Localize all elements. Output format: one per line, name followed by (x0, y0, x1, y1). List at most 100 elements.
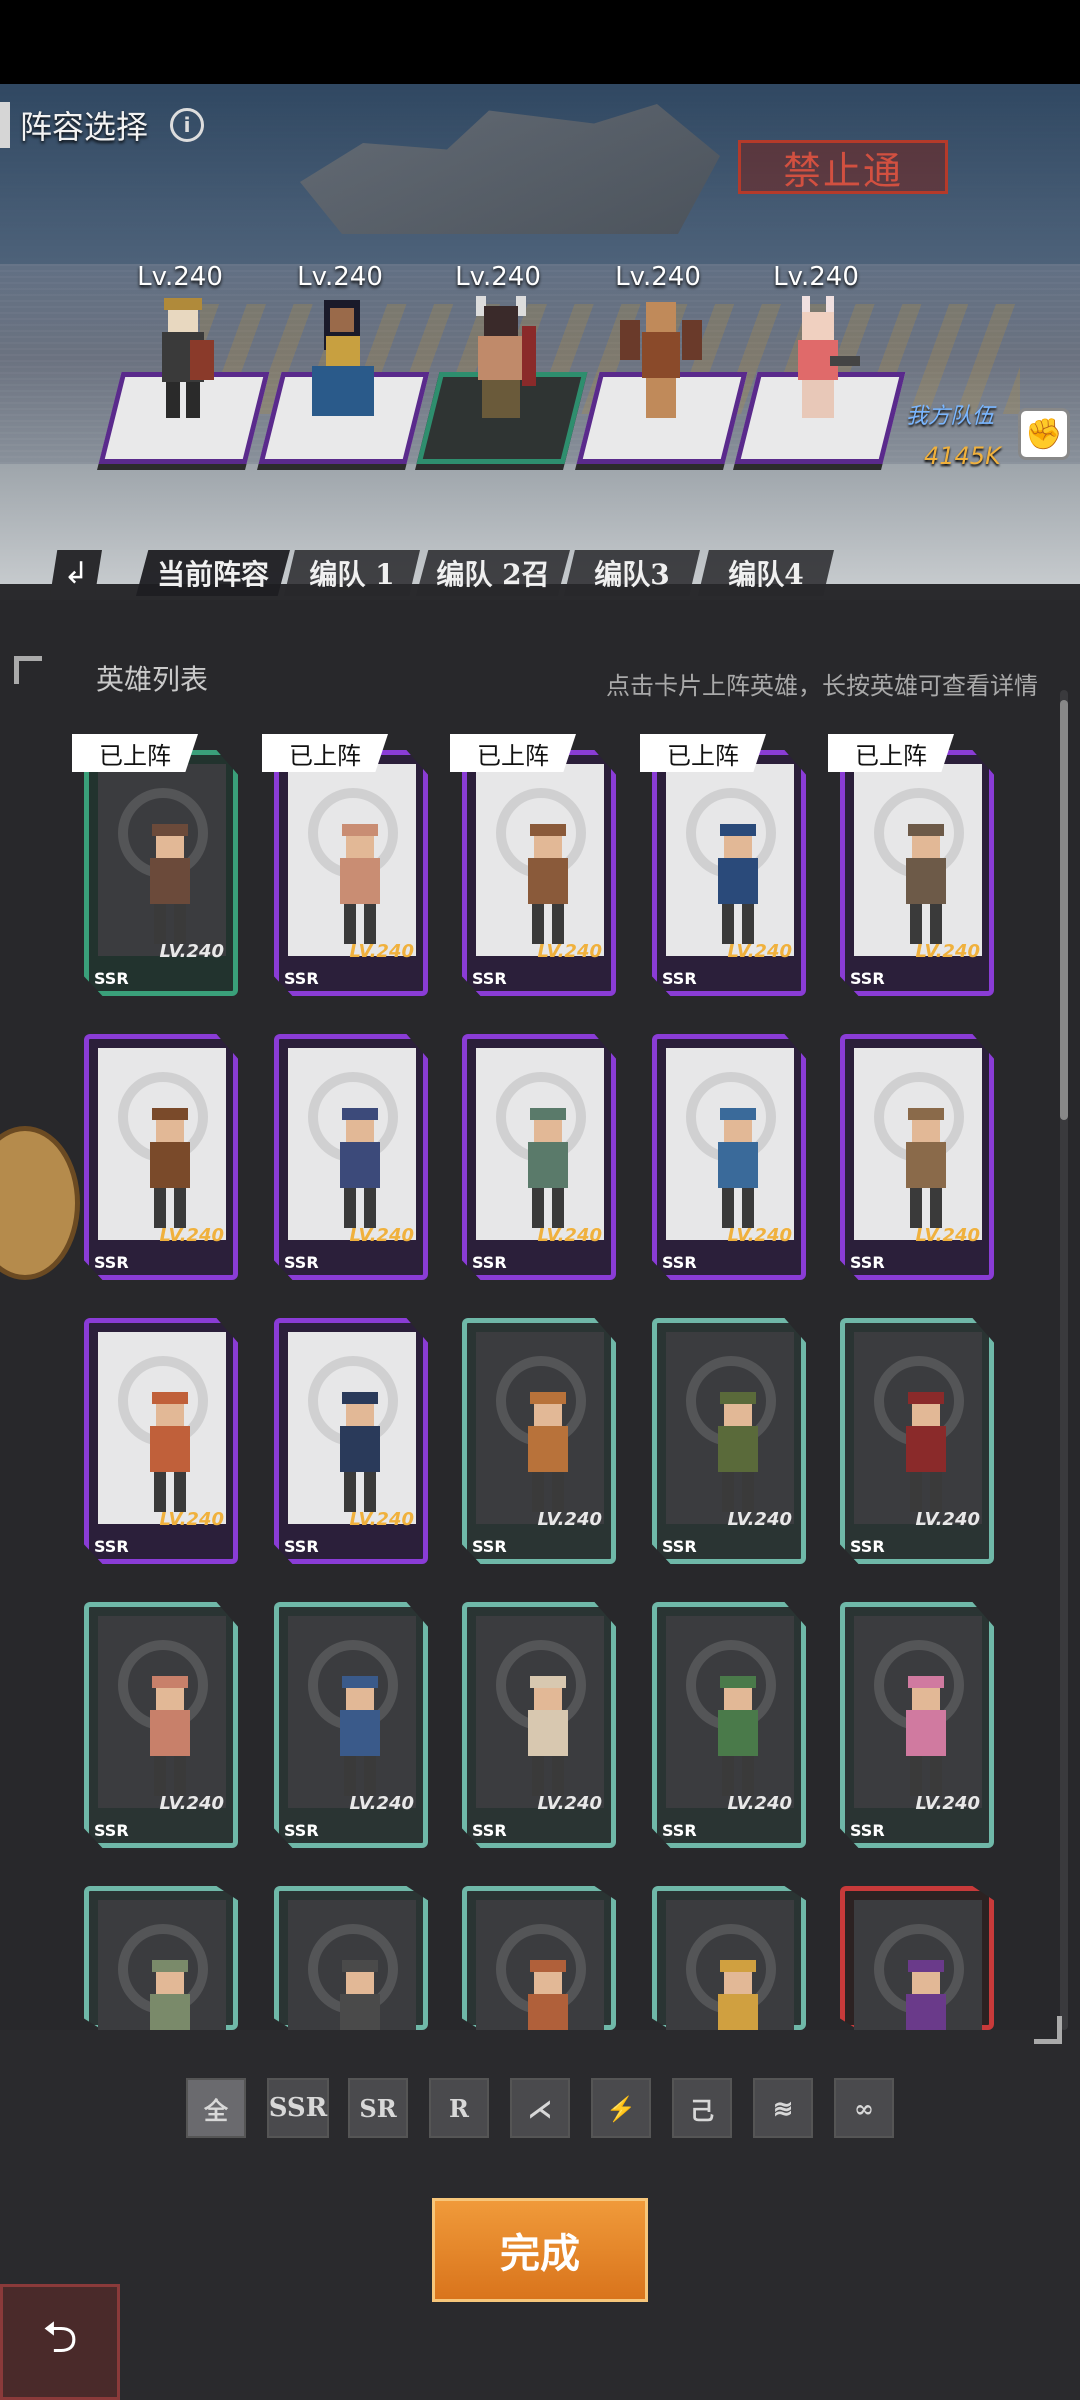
hero-card[interactable]: SSR LV.240 (840, 1602, 994, 1848)
hero-sprite (150, 1108, 190, 1228)
hero-sprite (906, 1676, 946, 1796)
hero-sprite (798, 296, 860, 418)
faction-infinity-icon[interactable]: ∞ (834, 2078, 894, 2138)
hero-card[interactable]: SSR LV.240 (274, 1318, 428, 1564)
hero-sprite (340, 1676, 380, 1796)
hero-sprite (906, 1392, 946, 1512)
team-power: 4145K (924, 442, 1001, 470)
card-rarity: SSR (94, 1821, 129, 1840)
tab-formation-1[interactable]: 编队 1 (284, 550, 420, 596)
card-rarity: SSR (850, 969, 885, 988)
fist-icon[interactable]: ✊ (1018, 408, 1070, 460)
card-portrait (288, 1332, 416, 1524)
hero-card[interactable]: SSR LV.240 (462, 1602, 616, 1848)
card-level: LV.240 (159, 1509, 224, 1530)
hero-card[interactable] (840, 1886, 994, 2030)
card-portrait (666, 1616, 794, 1808)
hero-card[interactable]: SSR LV.240 (274, 750, 428, 996)
filter-button[interactable]: SSR (267, 2078, 329, 2138)
slot-level: Lv.240 (297, 262, 383, 292)
card-level: LV.240 (537, 1225, 602, 1246)
hero-card[interactable]: SSR LV.240 (84, 1602, 238, 1848)
card-portrait (854, 1332, 982, 1524)
scrollbar-thumb[interactable] (1060, 700, 1068, 1120)
hero-card[interactable] (462, 1886, 616, 2030)
card-level: LV.240 (349, 1509, 414, 1530)
card-rarity: SSR (472, 1821, 507, 1840)
card-rarity: SSR (472, 1537, 507, 1556)
card-portrait (666, 1048, 794, 1240)
hero-card[interactable]: SSR LV.240 (840, 1318, 994, 1564)
card-rarity: SSR (850, 1821, 885, 1840)
card-portrait (666, 764, 794, 956)
card-rarity: SSR (662, 969, 697, 988)
hero-list-hint: 点击卡片上阵英雄，长按英雄可查看详情 (606, 672, 1038, 700)
card-level: LV.240 (349, 1793, 414, 1814)
card-rarity: SSR (284, 1821, 319, 1840)
faction-claw-icon[interactable]: ⋌ (510, 2078, 570, 2138)
faction-wing-icon[interactable]: ≋ (753, 2078, 813, 2138)
hero-card[interactable]: SSR LV.240 (462, 1318, 616, 1564)
card-portrait (98, 1332, 226, 1524)
faction-serpent-icon[interactable]: 己 (672, 2078, 732, 2138)
tab-formation-2[interactable]: 编队 2召 (416, 550, 570, 596)
hero-card[interactable]: SSR LV.240 (652, 1602, 806, 1848)
hero-card[interactable] (652, 1886, 806, 2030)
hero-card[interactable]: SSR LV.240 (652, 750, 806, 996)
card-portrait (98, 1048, 226, 1240)
done-button[interactable]: 完成 (432, 2198, 648, 2302)
card-level: LV.240 (159, 1225, 224, 1246)
status-bar (0, 0, 1080, 84)
filter-button[interactable]: SR (348, 2078, 408, 2138)
hero-card[interactable]: SSR LV.240 (462, 750, 616, 996)
card-portrait (854, 1900, 982, 2030)
card-level: LV.240 (727, 1793, 792, 1814)
card-portrait (98, 1616, 226, 1808)
formation-tabs: ↲ 当前阵容 编队 1 编队 2召 编队3 编队4 (0, 548, 1080, 600)
deployed-badge: 已上阵 (262, 734, 388, 772)
slot-level: Lv.240 (615, 262, 701, 292)
tab-formation-4[interactable]: 编队4 (698, 550, 834, 596)
slot-level: Lv.240 (773, 262, 859, 292)
hero-sprite (528, 824, 568, 944)
collapse-arrow-icon[interactable]: ↲ (50, 550, 102, 596)
hero-card[interactable]: SSR LV.240 (652, 1318, 806, 1564)
hero-card[interactable]: SSR LV.240 (84, 750, 238, 996)
card-rarity: SSR (850, 1253, 885, 1272)
hero-sprite (476, 296, 536, 418)
card-level: LV.240 (915, 941, 980, 962)
card-portrait (476, 1332, 604, 1524)
tab-current-lineup[interactable]: 当前阵容 (136, 550, 290, 596)
hero-card[interactable]: SSR LV.240 (840, 1034, 994, 1280)
filter-button[interactable]: R (429, 2078, 489, 2138)
card-portrait (476, 1900, 604, 2030)
slot-level: Lv.240 (137, 262, 223, 292)
hero-card[interactable]: SSR LV.240 (274, 1602, 428, 1848)
hero-card[interactable]: SSR LV.240 (274, 1034, 428, 1280)
hero-card[interactable]: SSR LV.240 (652, 1034, 806, 1280)
tab-formation-3[interactable]: 编队3 (564, 550, 700, 596)
card-level: LV.240 (159, 941, 224, 962)
card-portrait (288, 764, 416, 956)
team-label: 我方队伍 (906, 404, 995, 429)
card-portrait (476, 1048, 604, 1240)
hero-card[interactable]: SSR LV.240 (840, 750, 994, 996)
card-level: LV.240 (537, 1793, 602, 1814)
card-level: LV.240 (915, 1225, 980, 1246)
hero-card[interactable]: SSR LV.240 (462, 1034, 616, 1280)
back-arrow-icon[interactable]: ⮌ (0, 2284, 120, 2400)
card-rarity: SSR (662, 1253, 697, 1272)
panel-corner (1034, 2016, 1062, 2044)
hero-card[interactable]: SSR LV.240 (84, 1034, 238, 1280)
info-icon[interactable]: i (170, 108, 205, 142)
hero-card[interactable] (84, 1886, 238, 2030)
faction-wolf-icon[interactable]: ⚡ (591, 2078, 651, 2138)
hero-card[interactable]: SSR LV.240 (84, 1318, 238, 1564)
card-portrait (98, 764, 226, 956)
no-entry-sign: 禁止通 (738, 140, 948, 194)
hero-card[interactable] (274, 1886, 428, 2030)
hero-sprite (906, 1108, 946, 1228)
card-level: LV.240 (537, 941, 602, 962)
hero-sprite (718, 1960, 758, 2030)
filter-button[interactable]: 全 (186, 2078, 246, 2138)
